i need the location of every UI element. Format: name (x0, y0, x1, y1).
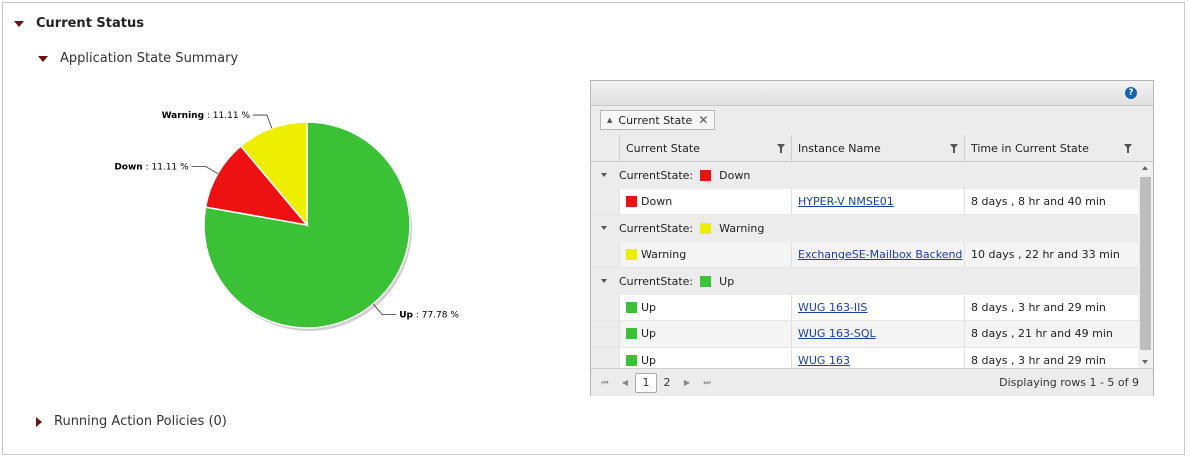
state-color-swatch (700, 169, 712, 181)
pie-leader-line-down (191, 166, 219, 174)
table-row[interactable]: Down HYPER-V NMSE01 8 days , 8 hr and 40 m… (591, 188, 1138, 215)
group-by-bar: ▲ Current State ✕ (591, 106, 1153, 136)
instance-link[interactable]: HYPER-V NMSE01 (798, 195, 894, 208)
expand-icon (36, 416, 42, 427)
cell-current-state: Warning (619, 241, 791, 267)
column-header-instance-name[interactable]: Instance Name (791, 135, 964, 161)
table-row[interactable]: Up WUG 163-SQL 8 days , 21 hr and 49 min (591, 321, 1138, 348)
group-chip-current-state[interactable]: ▲ Current State ✕ (600, 110, 716, 130)
group-row[interactable]: CurrentState: Down (591, 162, 1138, 189)
app-state-pie-chart: Up : 77.78 % Down : 11.11 % Warning : 11.1… (114, 111, 459, 331)
state-color-swatch (700, 222, 712, 234)
column-header-current-state[interactable]: Current State (619, 135, 791, 161)
cell-instance-name: WUG 163 (791, 347, 964, 368)
page-button-1[interactable]: 1 (635, 372, 657, 393)
instance-link[interactable]: WUG 163-SQL (798, 327, 876, 340)
cell-current-state: Up (619, 347, 791, 368)
instance-link[interactable]: WUG 163 (798, 354, 850, 367)
state-color-swatch (626, 301, 637, 313)
table-row[interactable]: Warning ExchangeSE-Mailbox Backend 10 days… (591, 241, 1138, 268)
group-prefix: CurrentState: (619, 274, 694, 288)
help-icon[interactable]: ? (1125, 87, 1137, 99)
instance-link[interactable]: ExchangeSE-Mailbox Backend (798, 248, 962, 261)
sort-asc-icon[interactable]: ▲ (607, 116, 612, 124)
cell-current-state: Up (619, 294, 791, 320)
running-action-policies-header[interactable]: Running Action Policies (0) (36, 414, 227, 429)
cell-time-in-state: 10 days , 22 hr and 33 min (964, 241, 1138, 267)
instance-link[interactable]: WUG 163-IIS (798, 301, 867, 314)
current-status-header[interactable]: Current Status (14, 16, 144, 31)
cell-time-in-state: 8 days , 21 hr and 49 min (964, 321, 1138, 347)
collapse-group-icon[interactable] (601, 279, 607, 284)
pie-label-down: Down : 11.11 % (114, 162, 189, 172)
cell-current-state: Down (619, 188, 791, 214)
collapse-icon (38, 55, 48, 62)
app-state-summary-title: Application State Summary (60, 51, 239, 66)
current-status-title: Current Status (36, 16, 144, 31)
filter-icon[interactable] (1124, 144, 1132, 153)
group-chip-label: Current State (618, 113, 693, 127)
state-color-swatch (626, 354, 637, 366)
group-row[interactable]: CurrentState: Up (591, 268, 1138, 295)
group-prefix: CurrentState: (619, 221, 694, 235)
collapse-group-icon[interactable] (601, 226, 607, 231)
group-state: Up (719, 274, 735, 288)
next-page-icon[interactable]: ▶ (677, 378, 697, 387)
column-header-time-in-state[interactable]: Time in Current State (964, 135, 1138, 161)
cell-instance-name: HYPER-V NMSE01 (791, 188, 964, 214)
pie-leader-line-warning (252, 114, 273, 129)
cell-instance-name: ExchangeSE-Mailbox Backend (791, 241, 964, 267)
remove-group-icon[interactable]: ✕ (698, 113, 708, 127)
grid-pager: ⏮ ◀ 1 2 ▶ ⏭ Displaying rows 1 - 5 of 9 (591, 368, 1153, 396)
cell-current-state: Up (619, 321, 791, 347)
filter-icon[interactable] (777, 144, 785, 153)
filter-icon[interactable] (950, 144, 958, 153)
group-state: Warning (719, 221, 765, 235)
cell-instance-name: WUG 163-SQL (791, 321, 964, 347)
table-row[interactable]: Up WUG 163 8 days , 3 hr and 29 min (591, 347, 1138, 368)
current-state-grid: ? ▲ Current State ✕ Current State Instan… (590, 80, 1154, 396)
pager-info: Displaying rows 1 - 5 of 9 (999, 376, 1139, 389)
state-color-swatch (626, 248, 637, 260)
collapse-group-icon[interactable] (601, 173, 607, 178)
scroll-down-icon[interactable] (1142, 360, 1148, 364)
cell-time-in-state: 8 days , 3 hr and 29 min (964, 294, 1138, 320)
scroll-up-icon[interactable] (1142, 166, 1148, 170)
group-prefix: CurrentState: (619, 168, 694, 182)
state-color-swatch (626, 195, 637, 207)
state-color-swatch (700, 275, 712, 287)
grid-header: Current State Instance Name Time in Curr… (591, 135, 1153, 162)
page-button-2[interactable]: 2 (657, 374, 677, 392)
state-color-swatch (626, 328, 637, 340)
table-row[interactable]: Up WUG 163-IIS 8 days , 3 hr and 29 min (591, 294, 1138, 321)
grid-toolbar: ? (591, 81, 1153, 106)
cell-time-in-state: 8 days , 3 hr and 29 min (964, 347, 1138, 368)
pie-label-up: Up : 77.78 % (399, 311, 459, 321)
app-state-summary-header[interactable]: Application State Summary (38, 51, 238, 66)
grid-body: CurrentState: Down Down HYPER-V NMSE01 8 day… (591, 162, 1138, 368)
vertical-scrollbar[interactable] (1138, 162, 1153, 368)
group-row[interactable]: CurrentState: Warning (591, 215, 1138, 242)
prev-page-icon[interactable]: ◀ (615, 378, 635, 387)
last-page-icon[interactable]: ⏭ (697, 378, 717, 388)
group-state: Down (719, 168, 751, 182)
cell-time-in-state: 8 days , 8 hr and 40 min (964, 188, 1138, 214)
scrollbar-thumb[interactable] (1140, 177, 1151, 350)
cell-instance-name: WUG 163-IIS (791, 294, 964, 320)
running-action-policies-title: Running Action Policies (0) (54, 414, 227, 429)
first-page-icon[interactable]: ⏮ (595, 378, 615, 388)
collapse-icon (14, 20, 24, 27)
pie-label-warning: Warning : 11.11 % (162, 111, 251, 121)
